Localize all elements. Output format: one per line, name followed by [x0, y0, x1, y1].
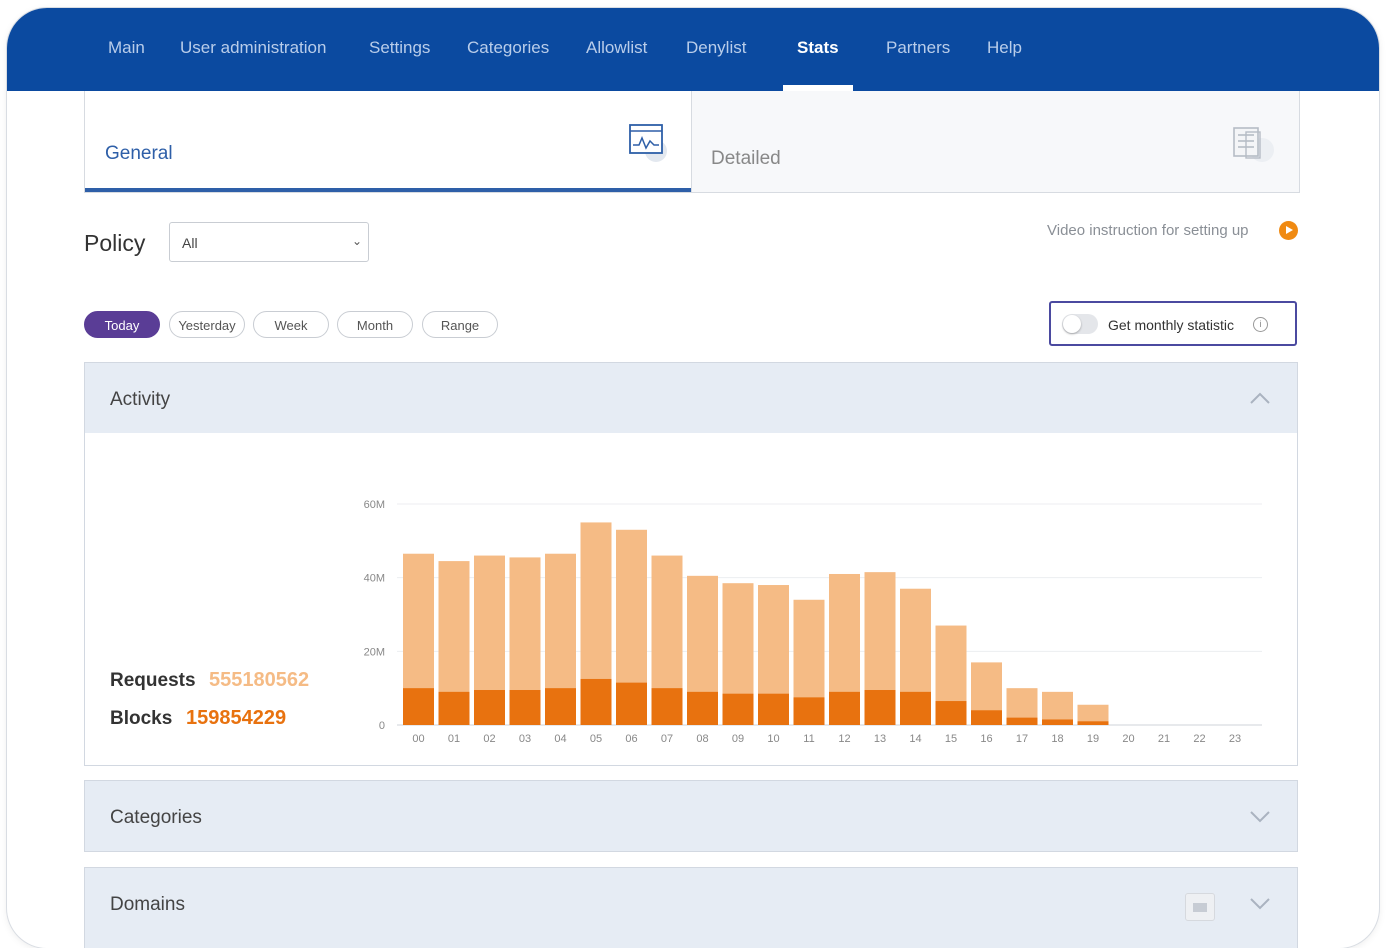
- y-tick-label: 40M: [364, 573, 385, 585]
- bar-blocks[interactable]: [829, 691, 860, 725]
- y-tick-label: 0: [379, 720, 385, 732]
- top-navigation: Main User administration Settings Catego…: [7, 8, 1379, 91]
- x-tick-label: 19: [1087, 733, 1099, 745]
- bar-blocks[interactable]: [793, 697, 825, 725]
- categories-panel-title: Categories: [110, 807, 202, 828]
- chevron-down-icon: ⌄: [351, 234, 362, 248]
- x-tick-label: 09: [732, 733, 744, 745]
- mail-icon[interactable]: [1185, 893, 1215, 921]
- monthly-statistic-control: Get monthly statistic i: [1049, 301, 1297, 346]
- x-tick-label: 16: [980, 733, 992, 745]
- nav-item-main[interactable]: Main: [108, 38, 145, 58]
- bar-blocks[interactable]: [651, 688, 683, 725]
- chart-icon: [628, 123, 670, 168]
- bar-blocks[interactable]: [545, 688, 576, 725]
- bar-blocks[interactable]: [935, 701, 967, 725]
- policy-select[interactable]: All ⌄: [169, 222, 369, 262]
- period-today-button[interactable]: Today: [84, 311, 160, 338]
- nav-item-allowlist[interactable]: Allowlist: [586, 38, 647, 58]
- period-range-button[interactable]: Range: [422, 311, 498, 338]
- x-tick-label: 05: [590, 733, 602, 745]
- x-tick-label: 22: [1193, 733, 1205, 745]
- bar-blocks[interactable]: [509, 690, 541, 725]
- requests-label: Requests: [110, 670, 196, 691]
- bar-blocks[interactable]: [758, 693, 789, 725]
- bar-blocks[interactable]: [616, 682, 647, 725]
- video-instruction-link[interactable]: Video instruction for setting up: [1047, 222, 1249, 239]
- nav-item-settings[interactable]: Settings: [369, 38, 430, 58]
- bar-blocks[interactable]: [474, 690, 505, 725]
- info-icon[interactable]: i: [1253, 317, 1268, 332]
- period-month-button[interactable]: Month: [337, 311, 413, 338]
- requests-value: 555180562: [209, 669, 310, 691]
- x-tick-label: 10: [767, 733, 779, 745]
- x-tick-label: 17: [1016, 733, 1028, 745]
- toggle-knob: [1063, 315, 1081, 333]
- bar-blocks[interactable]: [403, 688, 434, 725]
- bar-blocks[interactable]: [1042, 719, 1073, 725]
- x-tick-label: 14: [909, 733, 921, 745]
- x-tick-label: 21: [1158, 733, 1170, 745]
- bar-blocks[interactable]: [580, 678, 612, 725]
- activity-panel-header[interactable]: Activity: [84, 362, 1298, 434]
- bar-blocks[interactable]: [687, 691, 718, 725]
- blocks-label: Blocks: [110, 708, 173, 729]
- blocks-value: 159854229: [186, 707, 287, 729]
- tab-detailed[interactable]: Detailed: [691, 91, 1299, 192]
- stats-tabs: General Detailed: [84, 91, 1300, 193]
- document-icon: [1232, 126, 1276, 171]
- bar-blocks[interactable]: [971, 710, 1002, 725]
- x-tick-label: 12: [838, 733, 850, 745]
- nav-item-stats[interactable]: Stats: [797, 38, 839, 58]
- x-tick-label: 06: [625, 733, 637, 745]
- bar-blocks[interactable]: [1006, 717, 1038, 725]
- x-tick-label: 07: [661, 733, 673, 745]
- monthly-statistic-label: Get monthly statistic: [1108, 317, 1235, 333]
- x-tick-label: 02: [483, 733, 495, 745]
- x-tick-label: 20: [1122, 733, 1134, 745]
- chevron-down-icon: [1250, 811, 1270, 823]
- domains-panel-title: Domains: [110, 894, 185, 915]
- activity-chart: 0 20M 40M 60M 00 01 02 03 04 05 06 07 08 09 10 11 12 13 14…: [364, 499, 1262, 745]
- x-tick-label: 00: [412, 733, 424, 745]
- x-tick-label: 15: [945, 733, 957, 745]
- nav-item-categories[interactable]: Categories: [467, 38, 549, 58]
- y-tick-label: 60M: [364, 499, 385, 511]
- x-tick-label: 23: [1229, 733, 1241, 745]
- period-yesterday-button[interactable]: Yesterday: [169, 311, 245, 338]
- tab-detailed-label: Detailed: [711, 148, 781, 169]
- tab-general-label: General: [105, 143, 173, 164]
- x-tick-label: 11: [803, 733, 814, 745]
- tab-general[interactable]: General: [85, 91, 691, 192]
- bar-blocks[interactable]: [864, 690, 896, 725]
- policy-select-value: All: [182, 235, 198, 251]
- bar-blocks[interactable]: [1077, 721, 1109, 725]
- bar-blocks[interactable]: [722, 693, 754, 725]
- x-tick-label: 01: [448, 733, 460, 745]
- x-tick-label: 08: [696, 733, 708, 745]
- chevron-up-icon: [1250, 392, 1270, 404]
- policy-label: Policy: [84, 230, 146, 256]
- nav-item-denylist[interactable]: Denylist: [686, 38, 746, 58]
- nav-item-help[interactable]: Help: [987, 38, 1022, 58]
- x-tick-label: 13: [874, 733, 886, 745]
- x-tick-label: 04: [554, 733, 566, 745]
- play-icon[interactable]: [1279, 221, 1298, 240]
- x-tick-label: 03: [519, 733, 531, 745]
- activity-panel-title: Activity: [110, 389, 171, 410]
- nav-item-partners[interactable]: Partners: [886, 38, 950, 58]
- app-window: Main User administration Settings Catego…: [7, 8, 1379, 948]
- chevron-down-icon: [1250, 898, 1270, 910]
- bar-blocks[interactable]: [438, 691, 470, 725]
- period-week-button[interactable]: Week: [253, 311, 329, 338]
- bar-blocks[interactable]: [900, 691, 931, 725]
- monthly-statistic-toggle[interactable]: [1062, 314, 1098, 334]
- nav-item-user-administration[interactable]: User administration: [180, 38, 326, 58]
- categories-panel-header[interactable]: Categories: [84, 780, 1298, 852]
- y-tick-label: 20M: [364, 646, 385, 658]
- x-tick-label: 18: [1051, 733, 1063, 745]
